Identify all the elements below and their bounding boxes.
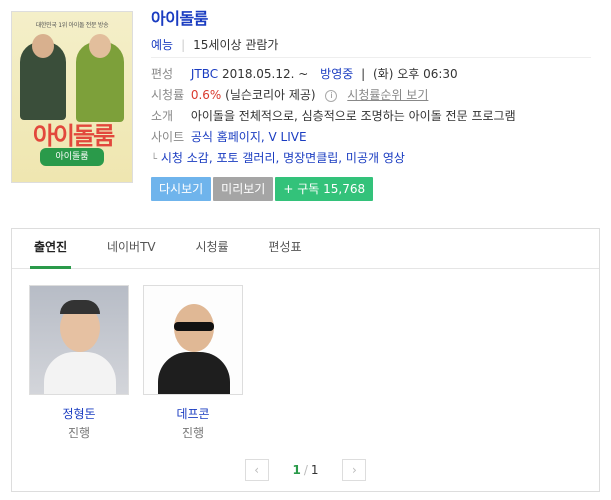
- corner-arrow-icon: └: [151, 154, 158, 165]
- page-divider: /: [303, 463, 308, 477]
- poster-subtitle: 아이돌룸: [40, 148, 104, 166]
- total-pages: 1: [310, 463, 319, 477]
- broadcast-time: (화) 오후 06:30: [372, 67, 458, 81]
- intro-text: 아이돌을 전체적으로, 심층적으로 조명하는 아이돌 전문 프로그램: [190, 109, 516, 123]
- tab-schedule[interactable]: 편성표: [268, 229, 301, 268]
- program-title[interactable]: 아이돌룸: [151, 8, 591, 34]
- poster-person-left: [20, 34, 66, 120]
- replay-button[interactable]: 다시보기: [151, 177, 212, 201]
- sites-row: 사이트 공식 홈페이지, V LIVE: [151, 127, 591, 148]
- subscribe-button[interactable]: + 구독 15,768: [275, 177, 374, 201]
- next-page-button[interactable]: ›: [342, 459, 367, 481]
- page-indicator: 1/1: [292, 463, 318, 477]
- poster-header-text: 대한민국 1위 아이돌 전문 방송: [35, 22, 109, 29]
- cast-member[interactable]: 정형돈 진행: [29, 285, 129, 441]
- tab-navertv[interactable]: 네이버TV: [107, 229, 156, 268]
- poster-title: 아이돌룸: [32, 122, 115, 150]
- divider: |: [181, 38, 186, 52]
- pagination: ‹ 1/1 ›: [12, 459, 599, 483]
- preview-button[interactable]: 미리보기: [213, 177, 274, 201]
- vlive-link[interactable]: V LIVE: [269, 130, 307, 144]
- program-poster[interactable]: 대한민국 1위 아이돌 전문 방송 아이돌룸 아이돌룸: [11, 11, 133, 183]
- poster-person-right: [76, 34, 124, 122]
- viewership-row: 시청률 0.6% (닐슨코리아 제공) i 시청률순위 보기: [151, 85, 591, 106]
- age-rating: 15세이상 관람가: [193, 38, 279, 52]
- cast-role: 진행: [181, 426, 205, 440]
- schedule-row: 편성 JTBC 2018.05.12. ~ 방영중 | (화) 오후 06:30: [151, 64, 591, 85]
- cast-photo[interactable]: [29, 285, 129, 395]
- cast-member[interactable]: 데프콘 진행: [143, 285, 243, 441]
- cast-panel: 출연진 네이버TV 시청률 편성표 정형돈 진행 데프콘 진행 ‹ 1/1 ›: [11, 228, 600, 492]
- intro-label: 소개: [151, 109, 174, 123]
- action-buttons: 다시보기 미리보기 + 구독 15,768: [151, 177, 375, 201]
- viewership-source: (닐슨코리아 제공): [225, 88, 316, 102]
- viewership-label: 시청률: [151, 88, 185, 102]
- genre-rating-row: 예능 | 15세이상 관람가: [151, 34, 591, 58]
- cast-role: 진행: [67, 426, 91, 440]
- divider: |: [361, 67, 366, 81]
- program-info: 아이돌룸 예능 | 15세이상 관람가 편성 JTBC 2018.05.12. ~ …: [151, 8, 591, 169]
- cast-photo[interactable]: [143, 285, 243, 395]
- tab-ratings[interactable]: 시청률: [195, 229, 228, 268]
- rating-rank-link[interactable]: 시청률순위 보기: [347, 88, 428, 102]
- cast-name[interactable]: 데프콘: [143, 405, 243, 422]
- broadcast-date: 2018.05.12. ~: [221, 67, 309, 81]
- official-site-link[interactable]: 공식 홈페이지: [191, 130, 261, 144]
- tab-bar: 출연진 네이버TV 시청률 편성표: [12, 229, 599, 269]
- related-links-row: └ 시청 소감, 포토 갤러리, 명장면클립, 미공개 영상: [151, 148, 591, 169]
- intro-row: 소개 아이돌을 전체적으로, 심층적으로 조명하는 아이돌 전문 프로그램: [151, 106, 591, 127]
- related-links[interactable]: 시청 소감, 포토 갤러리, 명장면클립, 미공개 영상: [161, 151, 405, 165]
- info-icon[interactable]: i: [325, 89, 338, 102]
- cast-name[interactable]: 정형돈: [29, 405, 129, 422]
- network-link[interactable]: JTBC: [191, 67, 218, 81]
- current-page: 1: [292, 463, 301, 477]
- genre-link[interactable]: 예능: [151, 38, 173, 52]
- airing-status[interactable]: 방영중: [320, 67, 353, 81]
- sites-label: 사이트: [151, 130, 185, 144]
- prev-page-button[interactable]: ‹: [244, 459, 269, 481]
- schedule-label: 편성: [151, 67, 174, 81]
- tab-cast[interactable]: 출연진: [29, 229, 72, 269]
- viewership-value: 0.6%: [190, 88, 222, 102]
